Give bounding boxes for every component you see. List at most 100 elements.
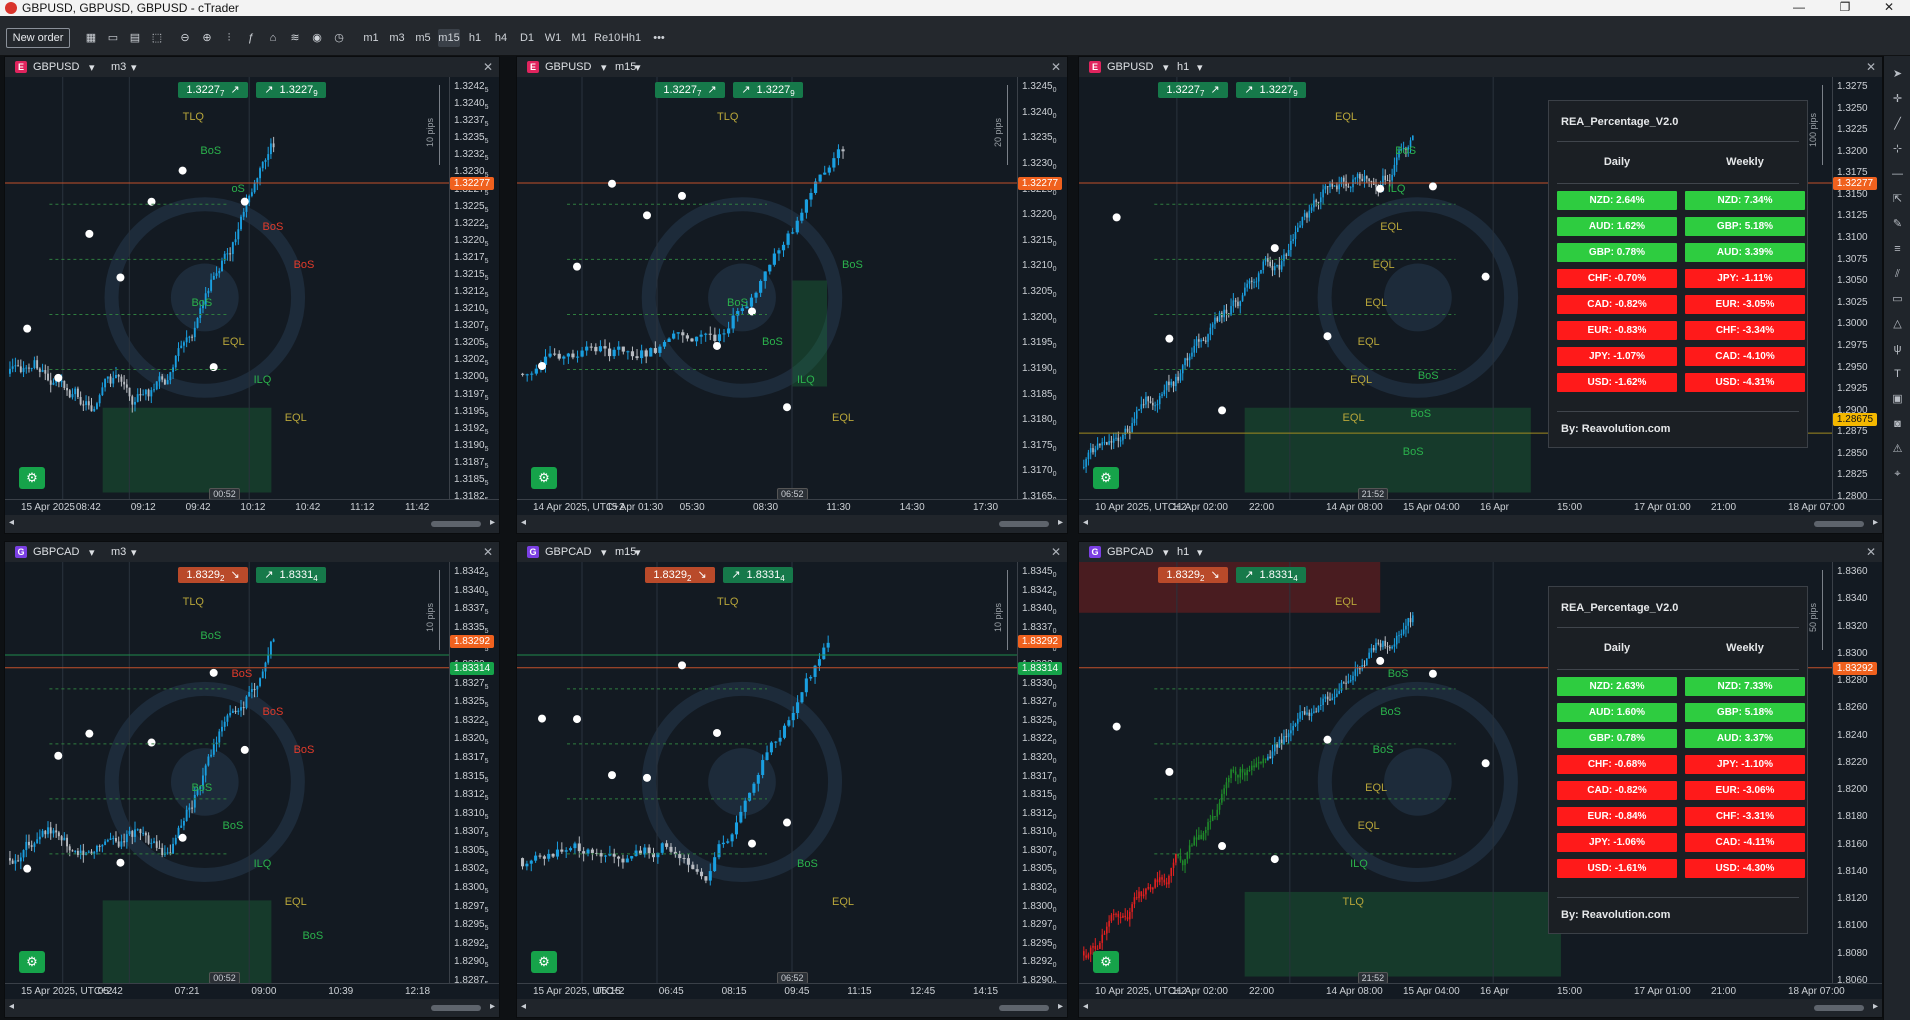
timeframe-re10[interactable]: Re10 — [594, 29, 620, 47]
chart-mode-icon[interactable]: ⬚ — [148, 29, 166, 47]
close-chart-icon[interactable]: ✕ — [1866, 60, 1876, 74]
scrollbar-thumb[interactable] — [999, 1005, 1049, 1011]
chart-canvas[interactable]: TLQ EQL BoS 1.83292 ↘ ↗ 1.83314 10 pips ⚙ 06:52 — [517, 562, 1017, 985]
ask-price-box[interactable]: ↗ 1.32279 — [1236, 82, 1306, 98]
scroll-right-icon[interactable]: ▸ — [490, 1001, 495, 1012]
scroll-right-icon[interactable]: ▸ — [1873, 1001, 1878, 1012]
cbot-button[interactable]: ⚙ — [19, 467, 45, 489]
hline-icon[interactable]: — — [1891, 168, 1904, 181]
ray-icon[interactable]: ⇱ — [1891, 193, 1904, 206]
cbot-button[interactable]: ⚙ — [1093, 951, 1119, 973]
timeframe-selector[interactable]: h1 — [1177, 61, 1189, 73]
horizontal-scrollbar[interactable]: ◂ ▸ — [1079, 999, 1882, 1017]
timeframe-h1[interactable]: h1 — [464, 29, 486, 47]
new-order-button[interactable]: New order — [6, 28, 70, 48]
price-scale[interactable]: 1.834501.834201.834001.833701.833501.833… — [1017, 562, 1067, 988]
symbol-dropdown-icon[interactable]: ▾ — [89, 546, 95, 559]
timeframe-dropdown-icon[interactable]: ▾ — [131, 61, 137, 74]
scrollbar-thumb[interactable] — [431, 521, 481, 527]
scroll-left-icon[interactable]: ◂ — [1083, 1001, 1088, 1012]
camera-icon[interactable]: ◙ — [1891, 418, 1904, 431]
crosshair-icon[interactable]: ✛ — [1891, 93, 1904, 106]
chart-canvas[interactable]: TLQ EQL ILQ BoS BoS BoS 1.32277 ↗ ↗ 1.32279 20 pip… — [517, 77, 1017, 501]
cbot-button[interactable]: ⚙ — [1093, 467, 1119, 489]
cursor-icon[interactable]: ➤ — [1891, 68, 1904, 81]
timeframe-hh1[interactable]: Hh1 — [620, 29, 642, 47]
symbol-selector[interactable]: GBPCAD — [1107, 546, 1153, 558]
channel-icon[interactable]: ⫽ — [1891, 268, 1904, 281]
note-icon[interactable]: ▣ — [1891, 393, 1904, 406]
timeframe-m1[interactable]: M1 — [568, 29, 590, 47]
scroll-left-icon[interactable]: ◂ — [1083, 517, 1088, 528]
close-chart-icon[interactable]: ✕ — [1866, 545, 1876, 559]
layers-icon[interactable]: ≋ — [286, 29, 304, 47]
cbot-button[interactable]: ⚙ — [531, 467, 557, 489]
scrollbar-thumb[interactable] — [431, 1005, 481, 1011]
timeframe-m3[interactable]: m3 — [386, 29, 408, 47]
price-scale[interactable]: 1.324501.324001.323501.323001.322501.322… — [1017, 77, 1067, 504]
symbol-dropdown-icon[interactable]: ▾ — [89, 61, 95, 74]
horizontal-scrollbar[interactable]: ◂ ▸ — [1079, 515, 1882, 533]
timeframe-selector[interactable]: m3 — [111, 546, 126, 558]
fib-icon[interactable]: ≡ — [1891, 243, 1904, 256]
horizontal-scrollbar[interactable]: ◂ ▸ — [517, 999, 1067, 1017]
close-chart-icon[interactable]: ✕ — [483, 60, 493, 74]
magnet-icon[interactable]: ⌖ — [1891, 468, 1904, 481]
layout-grid-icon[interactable]: ▦ — [82, 29, 100, 47]
watch-icon[interactable]: ◷ — [330, 29, 348, 47]
ask-price-box[interactable]: ↗ 1.83314 — [256, 567, 326, 583]
time-axis[interactable]: 10 Apr 2025, UTC+2 11 Apr 02:00 22:00 14 Ap… — [1079, 983, 1882, 999]
horizontal-scrollbar[interactable]: ◂ ▸ — [5, 999, 499, 1017]
symbol-dropdown-icon[interactable]: ▾ — [1163, 546, 1169, 559]
scroll-right-icon[interactable]: ▸ — [490, 517, 495, 528]
zoom-out-icon[interactable]: ⊖ — [176, 29, 194, 47]
bid-price-box[interactable]: 1.83292 ↘ — [1158, 567, 1228, 583]
pitchfork-icon[interactable]: ψ — [1891, 343, 1904, 356]
timeframe-m15[interactable]: m15 — [438, 29, 460, 47]
close-window-button[interactable]: ✕ — [1866, 0, 1910, 16]
zoom-in-icon[interactable]: ⊕ — [198, 29, 216, 47]
time-axis[interactable]: 15 Apr 2025, UTC+2 05:42 07:21 09:00 10:39 12… — [5, 983, 499, 999]
bid-price-box[interactable]: 1.32277 ↗ — [1158, 82, 1228, 98]
price-scale[interactable]: 1.3275 1.3250 1.3225 1.3200 1.3175 1.3150 1.31… — [1832, 77, 1882, 502]
scroll-left-icon[interactable]: ◂ — [521, 517, 526, 528]
close-chart-icon[interactable]: ✕ — [483, 545, 493, 559]
scroll-left-icon[interactable]: ◂ — [9, 517, 14, 528]
symbol-selector[interactable]: GBPCAD — [33, 546, 79, 558]
rect-icon[interactable]: ▭ — [1891, 293, 1904, 306]
symbol-selector[interactable]: GBPUSD — [1107, 61, 1153, 73]
text-icon[interactable]: T — [1891, 368, 1904, 381]
timeframe-h4[interactable]: h4 — [490, 29, 512, 47]
price-scale[interactable]: 1.8360 1.8340 1.8320 1.8300 1.8280 1.8260 1.82… — [1832, 562, 1882, 986]
timeframe-selector[interactable]: m15 — [615, 546, 636, 558]
ask-price-box[interactable]: ↗ 1.32279 — [733, 82, 803, 98]
close-chart-icon[interactable]: ✕ — [1051, 545, 1061, 559]
bid-price-box[interactable]: 1.83292 ↘ — [645, 567, 715, 583]
price-scale[interactable]: 1.32425 1.32405 1.32375 1.32355 1.32325 1.323… — [449, 77, 499, 504]
timeframe-selector[interactable]: h1 — [1177, 546, 1189, 558]
chart-type-icon[interactable]: ⫶ — [220, 29, 238, 47]
minimize-button[interactable]: — — [1776, 0, 1822, 16]
time-axis[interactable]: 15 Apr 2025, UTC+2 05:15 06:45 08:15 09:45 11… — [517, 983, 1067, 999]
scroll-right-icon[interactable]: ▸ — [1058, 1001, 1063, 1012]
pencil-icon[interactable]: ✎ — [1891, 218, 1904, 231]
cbot-button[interactable]: ⚙ — [19, 951, 45, 973]
scrollbar-thumb[interactable] — [1814, 521, 1864, 527]
ask-price-box[interactable]: ↗ 1.32279 — [256, 82, 326, 98]
timeframe-dropdown-icon[interactable]: ▾ — [1197, 61, 1203, 74]
bot-icon[interactable]: ⌂ — [264, 29, 282, 47]
multi-chart-icon[interactable]: ▤ — [126, 29, 144, 47]
timeframe-selector[interactable]: m3 — [111, 61, 126, 73]
triangle-icon[interactable]: △ — [1891, 318, 1904, 331]
symbol-selector[interactable]: GBPCAD — [545, 546, 591, 558]
measure-icon[interactable]: ⊹ — [1891, 143, 1904, 156]
scroll-right-icon[interactable]: ▸ — [1058, 517, 1063, 528]
time-axis[interactable]: 14 Apr 2025, UTC+2 15 Apr 01:30 05:30 08:30… — [517, 499, 1067, 515]
time-axis[interactable]: 15 Apr 2025 08:42 09:12 09:42 10:12 10:42 11:1… — [5, 499, 499, 515]
timeframe-dropdown-icon[interactable]: ▾ — [131, 546, 137, 559]
symbol-selector[interactable]: GBPUSD — [545, 61, 591, 73]
scroll-left-icon[interactable]: ◂ — [521, 1001, 526, 1012]
chart-canvas[interactable]: TLQ EQL ILQ EQL BoS BoS BoS oS BoS 1.32277 ↗ ↗ 1.322… — [5, 77, 449, 501]
chart-canvas[interactable]: TLQ EQL ILQ BoS BoS BoS BoS BoS BoS BoS 1.83292 ↘ ↗ 1… — [5, 562, 449, 985]
indicator-icon[interactable]: ƒ — [242, 29, 260, 47]
